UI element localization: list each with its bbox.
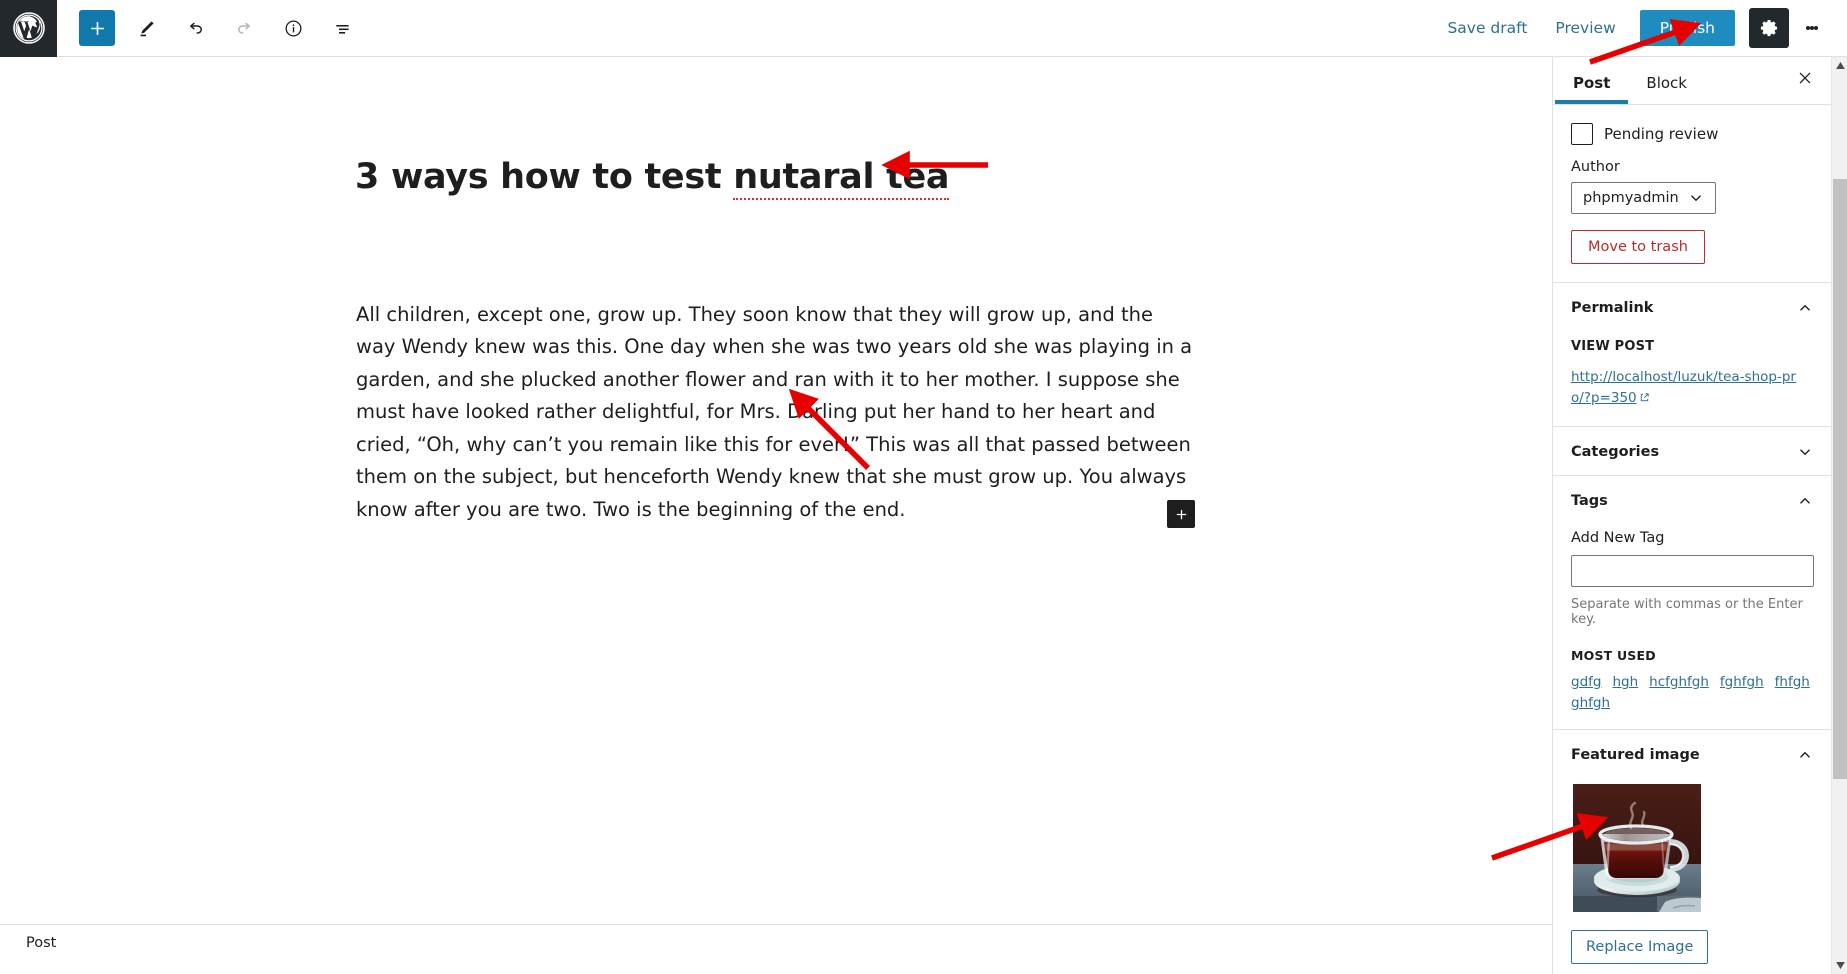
add-block-button[interactable] [79,10,115,46]
author-label: Author [1571,159,1620,175]
replace-image-button[interactable]: Replace Image [1571,930,1709,964]
editor-canvas: 3 ways how to test nutaral tea All child… [0,57,1552,960]
post-title-misspelled-word: nutaral tea [733,157,950,201]
sidebar-tabs: Post Block [1553,57,1832,105]
scroll-up-arrow-icon[interactable] [1832,57,1847,74]
external-link-icon [1639,388,1650,407]
most-used-tag[interactable]: hcfghfgh [1649,674,1709,690]
featured-image-panel: Featured image Replace Image [1553,730,1832,974]
post-settings-sidebar: Post Block Pending review Author phpmyad… [1552,57,1847,974]
move-to-trash-button[interactable]: Move to trash [1571,230,1705,264]
most-used-tag[interactable]: ghfgh [1571,695,1610,711]
toolbar-left-group [57,10,360,46]
preview-button[interactable]: Preview [1541,11,1629,45]
add-new-tag-input[interactable] [1571,555,1814,587]
close-sidebar-x-icon[interactable] [1788,61,1822,95]
pending-review-label: Pending review [1604,125,1719,143]
chevron-down-icon [1800,449,1810,455]
post-paragraph-block[interactable]: All children, except one, grow up. They … [356,299,1198,527]
tags-panel-header[interactable]: Tags [1571,492,1814,510]
wordpress-logo-icon[interactable] [0,0,57,57]
list-view-button[interactable] [324,10,360,46]
pending-review-row[interactable]: Pending review [1571,123,1814,145]
permalink-title: Permalink [1571,300,1654,316]
tags-help-text: Separate with commas or the Enter key. [1571,597,1803,627]
settings-gear-icon[interactable] [1749,8,1789,48]
scroll-down-arrow-icon[interactable] [1832,957,1847,974]
chevron-up-icon [1800,498,1810,504]
add-new-tag-label: Add New Tag [1571,530,1665,546]
most-used-tags-list: gdfg hgh hcfghfgh fghfgh fhfgh ghfgh [1571,674,1814,711]
post-title[interactable]: 3 ways how to test nutaral tea [355,156,1195,201]
view-post-label: VIEW POST [1571,339,1655,354]
author-select[interactable]: phpmyadmin [1571,182,1716,214]
tags-title: Tags [1571,493,1608,509]
featured-image-title: Featured image [1571,747,1700,763]
tab-post[interactable]: Post [1555,74,1628,104]
permalink-url-link[interactable]: http://localhost/luzuk/tea-shop-pro/?p=3… [1571,369,1796,406]
kebab-dot [1814,26,1818,30]
toolbar-right-group: Save draft Preview Publish [1433,8,1847,48]
tags-panel: Tags Add New Tag Separate with commas or… [1553,476,1832,730]
author-select-value: phpmyadmin [1583,190,1679,206]
sidebar-scrollbar-thumb[interactable] [1833,179,1847,779]
publish-button[interactable]: Publish [1639,10,1735,46]
categories-panel-header[interactable]: Categories [1571,443,1814,461]
permalink-panel-header[interactable]: Permalink [1571,299,1814,317]
save-draft-button[interactable]: Save draft [1433,11,1541,45]
redo-button[interactable] [226,10,262,46]
breadcrumb[interactable]: Post [26,935,56,951]
featured-image-thumbnail[interactable] [1573,784,1701,912]
pending-review-checkbox[interactable] [1571,123,1593,145]
editor-top-toolbar: Save draft Preview Publish [0,0,1847,57]
permalink-panel: Permalink VIEW POST http://localhost/luz… [1553,283,1832,427]
post-title-text: 3 ways how to test [355,157,734,198]
most-used-tag[interactable]: fhfgh [1775,674,1810,690]
undo-button[interactable] [177,10,213,46]
block-appender-plus-icon[interactable] [1167,500,1195,528]
editor-breadcrumb-bar: Post [0,924,1552,960]
most-used-label: MOST USED [1571,648,1656,663]
most-used-tag[interactable]: gdfg [1571,674,1601,690]
info-circle-icon[interactable] [275,10,311,46]
chevron-down-icon [1690,195,1701,201]
status-and-visibility-panel: Pending review Author phpmyadmin Move to… [1553,105,1832,283]
most-used-tag[interactable]: fghfgh [1720,674,1764,690]
featured-image-panel-header[interactable]: Featured image [1571,746,1814,764]
more-options-kebab-icon[interactable] [1793,8,1831,48]
tab-block[interactable]: Block [1628,74,1705,104]
chevron-up-icon [1800,752,1810,758]
permalink-url-row: http://localhost/luzuk/tea-shop-pro/?p=3… [1571,366,1814,408]
sidebar-scrollbar[interactable] [1831,57,1847,974]
wordpress-block-editor: Save draft Preview Publish 3 ways how to… [0,0,1847,974]
edit-tool-button[interactable] [128,10,164,46]
sidebar-scroll-area: Post Block Pending review Author phpmyad… [1553,57,1832,974]
chevron-up-icon [1800,305,1810,311]
most-used-tag[interactable]: hgh [1612,674,1638,690]
categories-title: Categories [1571,444,1660,460]
categories-panel: Categories [1553,427,1832,476]
